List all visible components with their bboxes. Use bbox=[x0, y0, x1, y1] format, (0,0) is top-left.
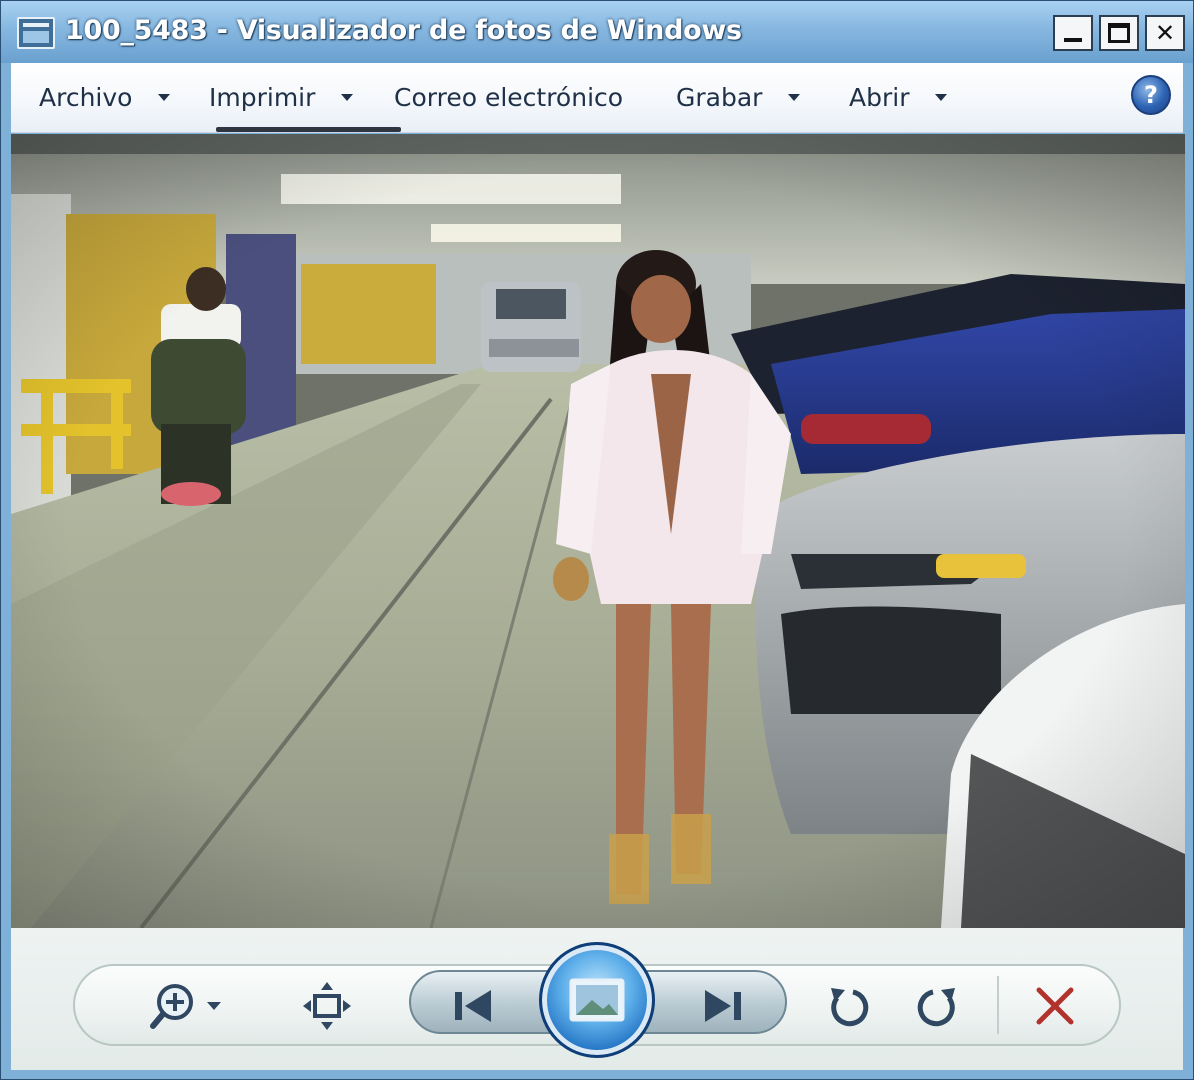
maximize-button[interactable] bbox=[1099, 15, 1139, 51]
menu-grabar-label: Grabar bbox=[676, 82, 763, 112]
photo-display[interactable] bbox=[11, 134, 1185, 928]
menu-correo-label: Correo electrónico bbox=[394, 82, 624, 112]
menu-bar: Archivo Imprimir Correo electrónico Grab… bbox=[11, 63, 1183, 133]
menu-hover-indicator bbox=[216, 127, 401, 132]
previous-button[interactable] bbox=[443, 980, 503, 1032]
help-icon: ? bbox=[1144, 81, 1158, 109]
close-icon: ✕ bbox=[1154, 19, 1176, 47]
rotate-right-button[interactable] bbox=[907, 980, 967, 1032]
minimize-button[interactable] bbox=[1053, 15, 1093, 51]
displayed-photo bbox=[11, 134, 1185, 928]
zoom-in-icon bbox=[150, 984, 221, 1029]
photo-viewer-window: 100_5483 - Visualizador de fotos de Wind… bbox=[0, 0, 1194, 1080]
minimize-icon bbox=[1064, 38, 1082, 42]
slideshow-button[interactable] bbox=[539, 942, 655, 1058]
menu-abrir[interactable]: Abrir bbox=[849, 79, 948, 115]
next-button[interactable] bbox=[693, 980, 753, 1032]
photo-viewer-app-icon bbox=[17, 17, 55, 49]
menu-grabar[interactable]: Grabar bbox=[676, 79, 801, 115]
actual-size-button[interactable] bbox=[299, 980, 355, 1032]
menu-archivo-label: Archivo bbox=[39, 82, 133, 112]
close-button[interactable]: ✕ bbox=[1145, 15, 1185, 51]
menu-correo-electronico[interactable]: Correo electrónico bbox=[394, 79, 623, 115]
title-bar[interactable]: 100_5483 - Visualizador de fotos de Wind… bbox=[1, 1, 1193, 63]
window-title: 100_5483 - Visualizador de fotos de Wind… bbox=[65, 15, 742, 46]
chevron-down-icon bbox=[788, 93, 801, 101]
delete-button[interactable] bbox=[1025, 980, 1085, 1032]
next-icon bbox=[705, 990, 741, 1022]
chevron-down-icon bbox=[341, 93, 354, 101]
slideshow-icon bbox=[569, 978, 625, 1022]
delete-icon bbox=[1036, 987, 1074, 1025]
previous-icon bbox=[455, 990, 491, 1022]
control-bar bbox=[11, 928, 1183, 1070]
rotate-counterclockwise-icon bbox=[831, 988, 869, 1027]
rotate-clockwise-icon bbox=[917, 988, 955, 1027]
menu-abrir-label: Abrir bbox=[849, 82, 910, 112]
actual-size-icon bbox=[303, 982, 351, 1030]
menu-imprimir-label: Imprimir bbox=[209, 82, 316, 112]
chevron-down-icon bbox=[935, 93, 948, 101]
maximize-icon bbox=[1108, 23, 1130, 43]
rotate-left-button[interactable] bbox=[819, 980, 879, 1032]
help-button[interactable]: ? bbox=[1131, 75, 1171, 115]
menu-archivo[interactable]: Archivo bbox=[39, 79, 171, 115]
menu-imprimir[interactable]: Imprimir bbox=[209, 79, 354, 115]
zoom-button[interactable] bbox=[141, 980, 237, 1032]
chevron-down-icon bbox=[158, 93, 171, 101]
window-controls: ✕ bbox=[1053, 15, 1185, 51]
toolbar-separator bbox=[997, 976, 999, 1034]
